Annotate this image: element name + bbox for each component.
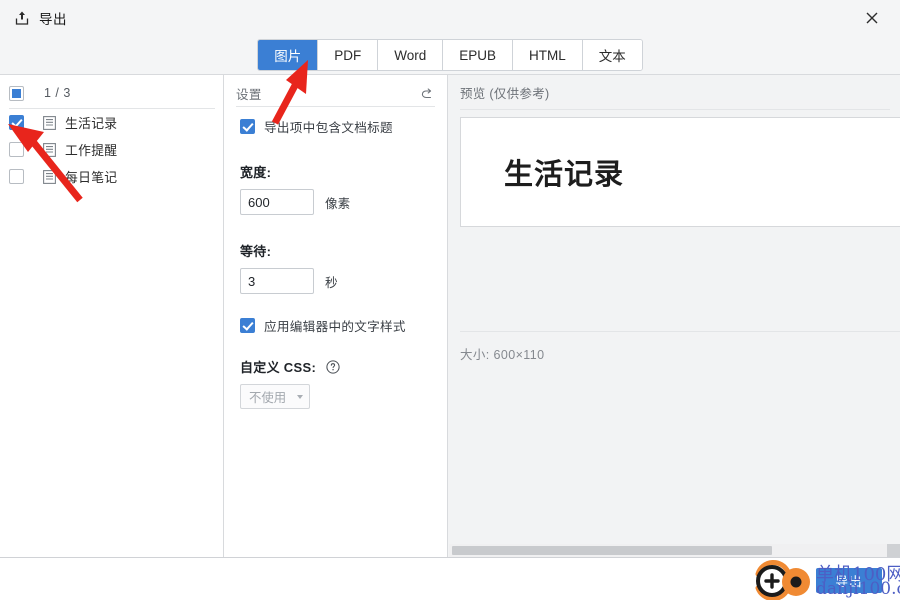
selection-count-label: 1 / 3 [44,86,71,100]
list-item-label: 每日笔记 [65,170,118,185]
document-list-panel: 1 / 3 生活记录 工作提醒 每日笔记 [0,75,224,557]
titlebar-left-group: 导出 [0,8,67,28]
wait-input[interactable] [240,268,314,294]
undo-reset-icon[interactable] [419,86,435,102]
document-icon [43,142,56,157]
preview-header-label: 预览 (仅供参考) [460,87,550,101]
dialog-body: 1 / 3 生活记录 工作提醒 每日笔记 设置 导出项中包含文档标题 宽度: 6… [0,74,900,558]
chevron-down-icon [297,394,303,399]
tab-text-label: 文本 [598,49,626,64]
document-checkbox[interactable] [9,169,24,184]
wait-unit-label: 秒 [325,275,338,290]
preview-canvas: 生活记录 [460,117,900,227]
document-checkbox[interactable] [9,115,24,130]
settings-panel: 设置 导出项中包含文档标题 宽度: 像素 等待: [224,75,448,557]
preview-panel: 预览 (仅供参考) 生活记录 大小: 600×110 [448,75,900,557]
tab-html[interactable]: HTML [513,40,583,70]
list-item[interactable]: 工作提醒 [0,136,223,163]
tab-image-label: 图片 [274,49,302,64]
apply-editor-style-option[interactable]: 应用编辑器中的文字样式 [240,316,435,335]
list-item[interactable]: 生活记录 [0,109,223,136]
list-item[interactable]: 每日笔记 [0,163,223,190]
document-list-header: 1 / 3 [0,80,223,106]
select-all-checkbox[interactable] [9,85,24,101]
document-checkbox[interactable] [9,142,24,157]
tab-epub-label: EPUB [459,47,497,63]
tab-pdf-label: PDF [334,47,362,63]
export-button[interactable]: 导出 [816,568,882,593]
format-tabbar: 图片 PDF Word EPUB HTML 文本 [0,36,900,74]
preview-header-divider [460,109,890,110]
apply-editor-style-label: 应用编辑器中的文字样式 [264,320,406,334]
list-item-label: 生活记录 [65,116,118,131]
width-input[interactable] [240,189,314,215]
preview-horizontal-scrollbar[interactable] [449,544,900,557]
preview-size-divider [460,331,900,332]
dialog-footer: 导出 [0,558,900,600]
preview-horizontal-scrollbar-thumb[interactable] [452,546,772,555]
wait-field-row: 秒 [240,268,435,294]
dialog-titlebar: 导出 [0,0,900,36]
tab-text[interactable]: 文本 [582,40,642,70]
document-icon [43,115,56,130]
tab-html-label: HTML [529,47,566,63]
preview-size-label: 大小: 600×110 [460,348,545,362]
export-upload-icon [14,10,30,26]
export-dialog: 导出 图片 PDF Word EPUB HTML 文本 1 / 3 生活记录 工… [0,0,900,602]
custom-css-selected-value: 不使用 [249,390,287,405]
tab-pdf[interactable]: PDF [318,40,379,70]
include-document-title-label: 导出项中包含文档标题 [264,121,393,135]
preview-document-title: 生活记录 [504,159,625,191]
preview-canvas-wrapper: 生活记录 [460,117,900,227]
document-icon [43,169,56,184]
question-circle-icon[interactable] [326,359,340,374]
include-document-title-checkbox[interactable] [240,119,255,134]
apply-editor-style-checkbox[interactable] [240,318,255,333]
custom-css-label-row: 自定义 CSS: [240,357,435,376]
custom-css-select[interactable]: 不使用 [240,384,310,409]
settings-header: 设置 [236,81,435,106]
scrollbar-corner [887,544,900,557]
settings-divider [236,106,435,107]
width-unit-label: 像素 [325,196,351,211]
format-tabs: 图片 PDF Word EPUB HTML 文本 [257,39,643,71]
width-field-row: 像素 [240,189,435,215]
dialog-title: 导出 [39,12,67,27]
custom-css-label: 自定义 CSS: [240,360,317,375]
include-document-title-option[interactable]: 导出项中包含文档标题 [240,117,435,136]
settings-header-label: 设置 [236,88,262,102]
tab-word-label: Word [394,47,427,63]
list-item-label: 工作提醒 [65,143,118,158]
wait-field-label: 等待: [240,244,272,259]
close-icon[interactable] [850,3,894,33]
tab-word[interactable]: Word [378,40,444,70]
width-field-label: 宽度: [240,165,272,180]
tab-image[interactable]: 图片 [258,40,319,70]
tab-epub[interactable]: EPUB [443,40,514,70]
